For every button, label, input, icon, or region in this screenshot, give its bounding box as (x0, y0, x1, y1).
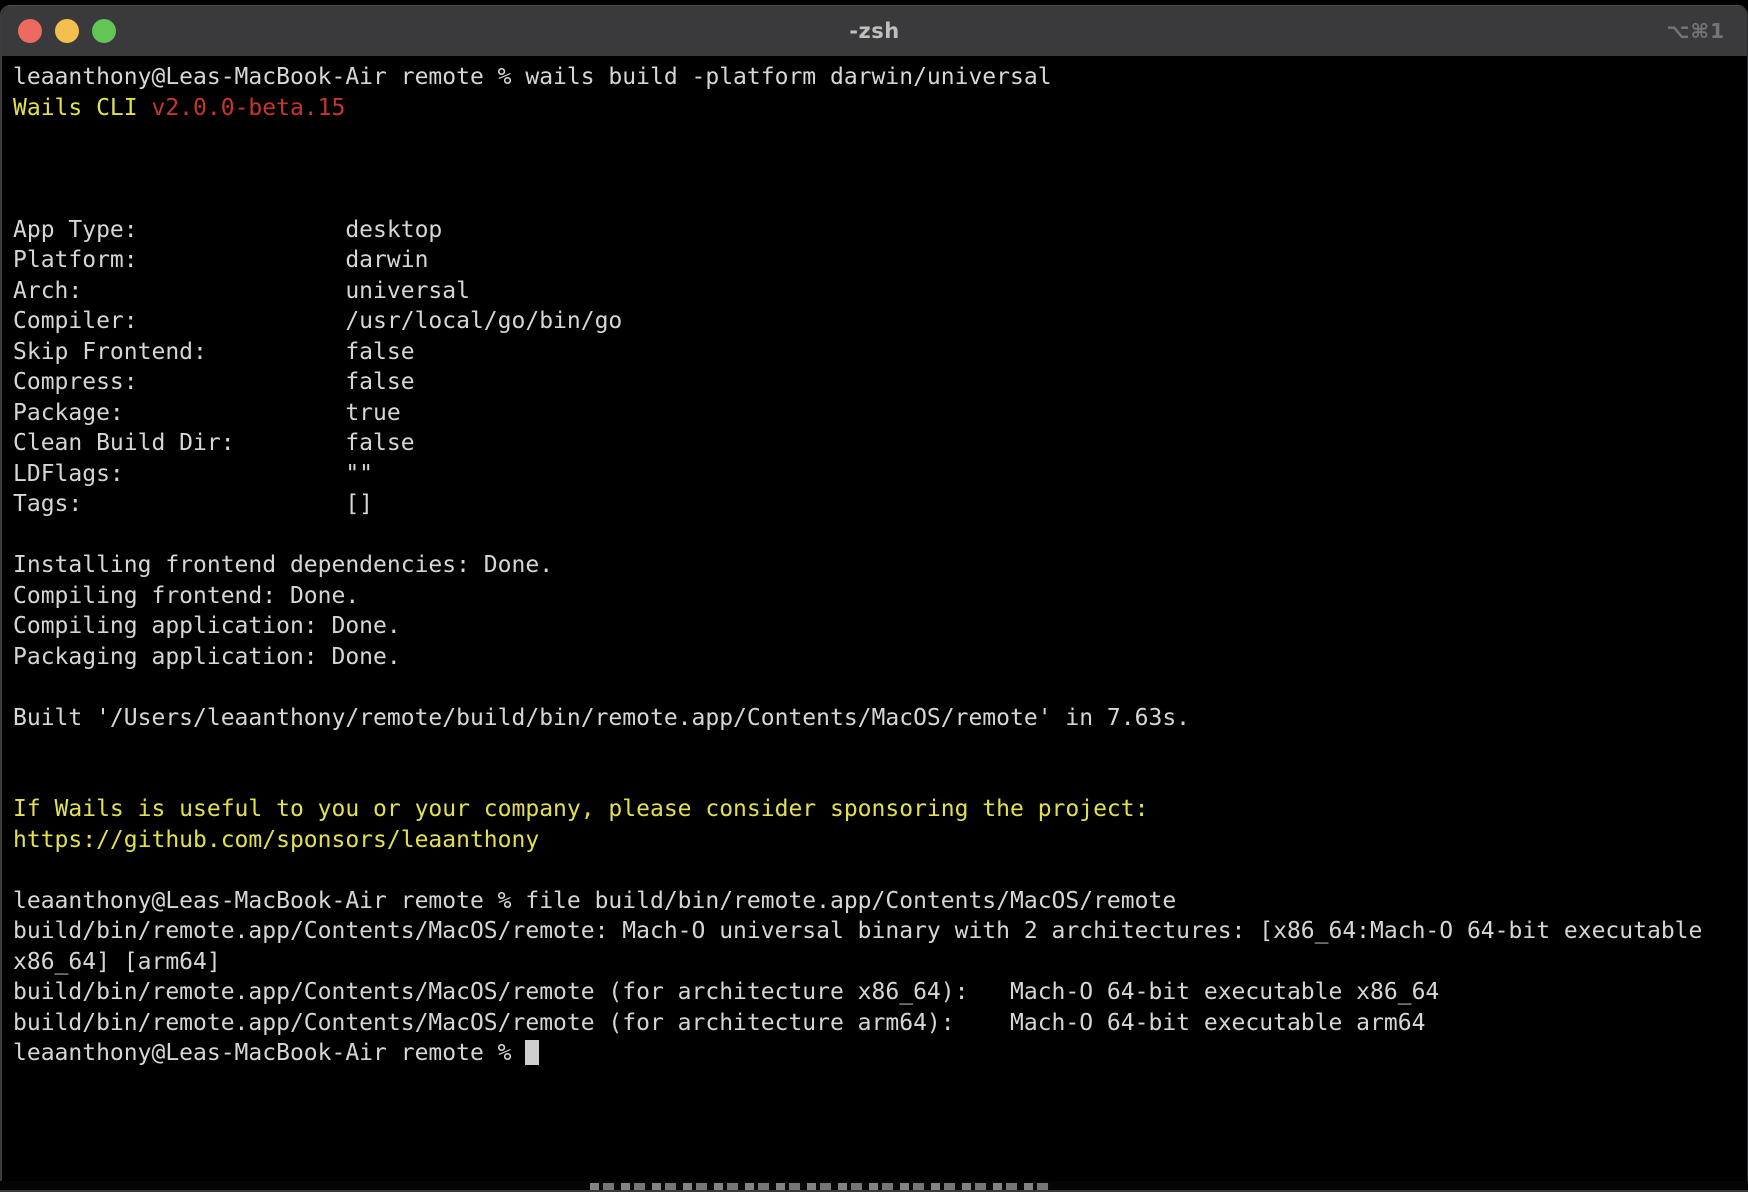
terminal-text-segment: x86_64] [arm64] (13, 949, 221, 975)
terminal-text-segment: Package: true (13, 400, 401, 426)
terminal-line: build/bin/remote.app/Contents/MacOS/remo… (13, 1008, 1747, 1039)
title-bar[interactable]: -zsh ⌥⌘1 (2, 5, 1747, 56)
terminal-line: leaanthony@Leas-MacBook-Air remote % fil… (13, 886, 1747, 917)
terminal-line: Arch: universal (13, 276, 1747, 307)
terminal-line: Compress: false (13, 367, 1747, 398)
terminal-text-segment: leaanthony@Leas-MacBook-Air remote % (13, 1040, 525, 1066)
terminal-text-segment: Wails CLI (13, 95, 151, 121)
terminal-text-segment: build/bin/remote.app/Contents/MacOS/remo… (13, 1010, 1425, 1036)
terminal-text-segment: Compiling application: Done. (13, 613, 401, 639)
terminal-line: Platform: darwin (13, 245, 1747, 276)
terminal-line (13, 123, 1747, 154)
terminal-line: x86_64] [arm64] (13, 947, 1747, 978)
terminal-line (13, 672, 1747, 703)
minimize-button[interactable] (55, 19, 79, 43)
terminal-content[interactable]: leaanthony@Leas-MacBook-Air remote % wai… (2, 56, 1747, 1181)
terminal-text-segment: v2.0.0-beta.15 (151, 95, 345, 121)
terminal-line: leaanthony@Leas-MacBook-Air remote % (13, 1038, 1747, 1069)
terminal-line (13, 733, 1747, 764)
screen: -zsh ⌥⌘1 leaanthony@Leas-MacBook-Air rem… (0, 0, 1748, 1192)
terminal-line: LDFlags: "" (13, 459, 1747, 490)
terminal-line: Compiling application: Done. (13, 611, 1747, 642)
terminal-line: App Type: desktop (13, 215, 1747, 246)
terminal-text-segment: Tags: [] (13, 491, 373, 517)
terminal-text-segment: leaanthony@Leas-MacBook-Air remote % fil… (13, 888, 1176, 914)
terminal-line: If Wails is useful to you or your compan… (13, 794, 1747, 825)
terminal-line: Built '/Users/leaanthony/remote/build/bi… (13, 703, 1747, 734)
traffic-lights (18, 5, 116, 56)
terminal-line: Wails CLI v2.0.0-beta.15 (13, 93, 1747, 124)
terminal-text-segment: https://github.com/sponsors/leaanthony (13, 827, 539, 853)
terminal-text-segment: leaanthony@Leas-MacBook-Air remote % wai… (13, 64, 1052, 90)
terminal-text-segment: Built '/Users/leaanthony/remote/build/bi… (13, 705, 1190, 731)
terminal-line (13, 184, 1747, 215)
terminal-text-segment: Compiling frontend: Done. (13, 583, 359, 609)
cut-off-text (590, 1183, 1050, 1190)
terminal-line (13, 520, 1747, 551)
terminal-line: Installing frontend dependencies: Done. (13, 550, 1747, 581)
terminal-line (13, 855, 1747, 886)
terminal-text-segment: Arch: universal (13, 278, 470, 304)
terminal-text-segment: build/bin/remote.app/Contents/MacOS/remo… (13, 979, 1439, 1005)
cursor (525, 1040, 539, 1065)
terminal-text-segment: Platform: darwin (13, 247, 428, 273)
close-button[interactable] (18, 19, 42, 43)
window-shortcut-badge: ⌥⌘1 (1666, 5, 1725, 56)
terminal-text-segment: Compress: false (13, 369, 415, 395)
terminal-text-segment: build/bin/remote.app/Contents/MacOS/remo… (13, 918, 1702, 944)
terminal-text-segment: App Type: desktop (13, 217, 442, 243)
terminal-line: Skip Frontend: false (13, 337, 1747, 368)
terminal-window: -zsh ⌥⌘1 leaanthony@Leas-MacBook-Air rem… (0, 5, 1748, 1181)
terminal-text-segment: Packaging application: Done. (13, 644, 401, 670)
terminal-line: Package: true (13, 398, 1747, 429)
terminal-line: build/bin/remote.app/Contents/MacOS/remo… (13, 977, 1747, 1008)
terminal-text-segment: Skip Frontend: false (13, 339, 415, 365)
zoom-button[interactable] (92, 19, 116, 43)
window-title: -zsh (2, 19, 1747, 43)
terminal-text-segment: LDFlags: "" (13, 461, 373, 487)
terminal-line: Compiling frontend: Done. (13, 581, 1747, 612)
background-window-sliver (0, 1181, 1748, 1192)
terminal-text-segment: Compiler: /usr/local/go/bin/go (13, 308, 622, 334)
terminal-line (13, 764, 1747, 795)
terminal-line: https://github.com/sponsors/leaanthony (13, 825, 1747, 856)
terminal-line (13, 154, 1747, 185)
terminal-line: Packaging application: Done. (13, 642, 1747, 673)
terminal-line: build/bin/remote.app/Contents/MacOS/remo… (13, 916, 1747, 947)
terminal-text-segment: Installing frontend dependencies: Done. (13, 552, 553, 578)
terminal-text-segment: Clean Build Dir: false (13, 430, 415, 456)
terminal-line: Compiler: /usr/local/go/bin/go (13, 306, 1747, 337)
terminal-line: leaanthony@Leas-MacBook-Air remote % wai… (13, 62, 1747, 93)
terminal-text-segment: If Wails is useful to you or your compan… (13, 796, 1148, 822)
terminal-line: Clean Build Dir: false (13, 428, 1747, 459)
terminal-line: Tags: [] (13, 489, 1747, 520)
